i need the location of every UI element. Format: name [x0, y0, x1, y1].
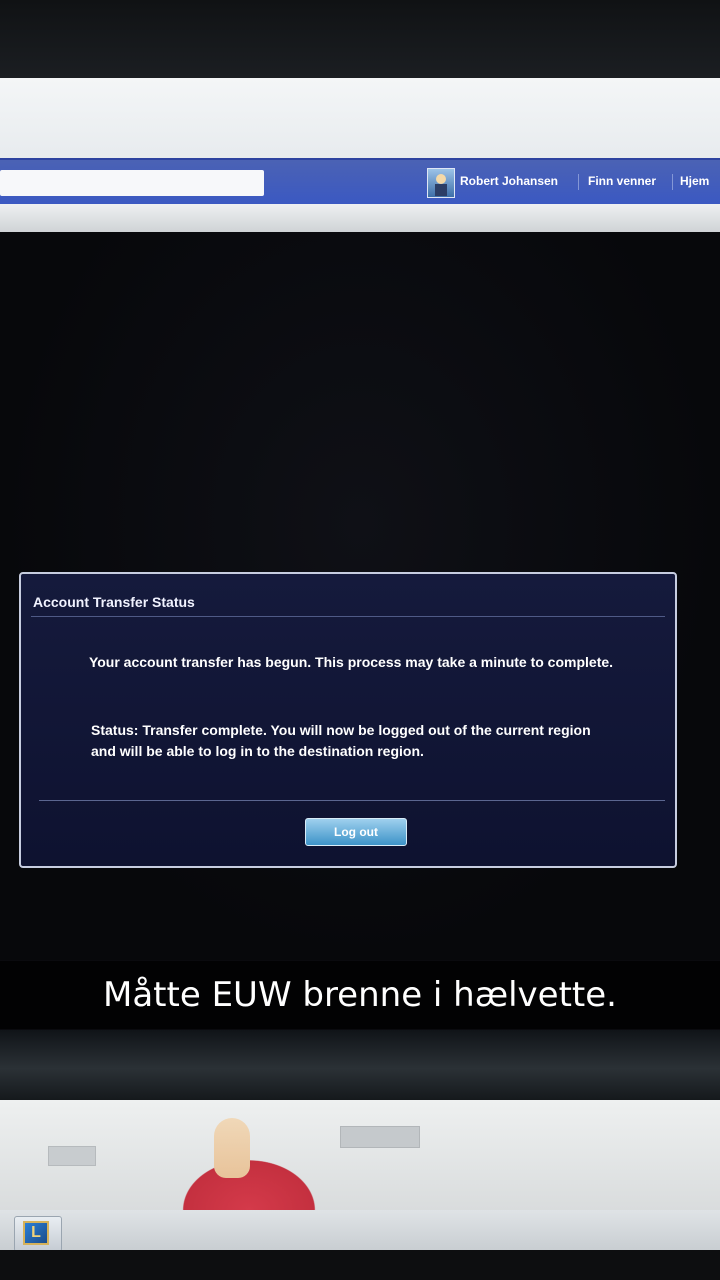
facebook-top-bar: Robert Johansen Finn venner Hjem	[0, 158, 720, 206]
game-client-border	[0, 1030, 720, 1100]
snapchat-caption-bar: Måtte EUW brenne i hælvette.	[0, 961, 720, 1029]
log-out-button[interactable]: Log out	[305, 818, 407, 846]
avatar-image	[435, 174, 447, 196]
dialog-divider	[31, 616, 665, 617]
transfer-status-text: Status: Transfer complete. You will now …	[91, 722, 591, 759]
page-logo	[340, 1126, 420, 1148]
background-page-area	[0, 1100, 720, 1210]
league-of-legends-icon: L	[23, 1221, 49, 1245]
champion-art-face	[214, 1118, 250, 1178]
league-client-taskbar-button[interactable]: L	[14, 1216, 62, 1252]
windows-taskbar: L	[0, 1210, 720, 1252]
caption-text: Måtte EUW brenne i hælvette.	[103, 975, 617, 1015]
profile-name-link[interactable]: Robert Johansen	[460, 174, 558, 188]
home-link[interactable]: Hjem	[680, 174, 709, 188]
browser-chrome	[0, 78, 720, 160]
facebook-search-input[interactable]	[0, 170, 264, 196]
page-logo	[48, 1146, 96, 1166]
nav-separator	[672, 174, 673, 190]
dialog-message: Your account transfer has begun. This pr…	[88, 654, 614, 670]
dialog-title: Account Transfer Status	[33, 594, 195, 610]
nav-separator	[578, 174, 579, 190]
find-friends-link[interactable]: Finn venner	[588, 174, 656, 188]
monitor-bezel-top	[0, 0, 720, 78]
browser-page-strip	[0, 204, 720, 232]
monitor-bezel-bottom	[0, 1250, 720, 1280]
account-transfer-dialog: Account Transfer Status Your account tra…	[19, 572, 677, 868]
dialog-footer-divider	[39, 800, 665, 801]
profile-avatar[interactable]	[427, 168, 455, 198]
